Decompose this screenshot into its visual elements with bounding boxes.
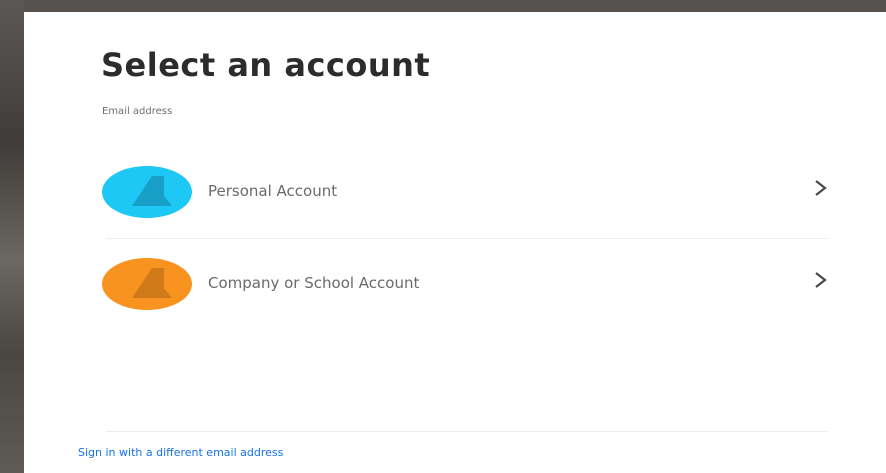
chevron-right-icon [810, 176, 832, 200]
personal-account-label: Personal Account [208, 182, 338, 200]
different-email-link[interactable]: Sign in with a different email address [78, 446, 283, 459]
background-left [0, 0, 24, 473]
dialog-title: Select an account [101, 46, 431, 84]
personal-account-icon [102, 166, 192, 218]
company-account-option[interactable]: Company or School Account [102, 254, 828, 312]
divider [106, 238, 828, 239]
background-top [0, 0, 886, 12]
email-address-label: Email address [102, 106, 173, 117]
divider [106, 431, 828, 432]
chevron-right-icon [810, 268, 832, 292]
company-account-icon [102, 258, 192, 310]
account-select-dialog: Select an account Email address Personal… [24, 12, 886, 473]
company-account-label: Company or School Account [208, 274, 420, 292]
personal-account-option[interactable]: Personal Account [102, 162, 828, 220]
